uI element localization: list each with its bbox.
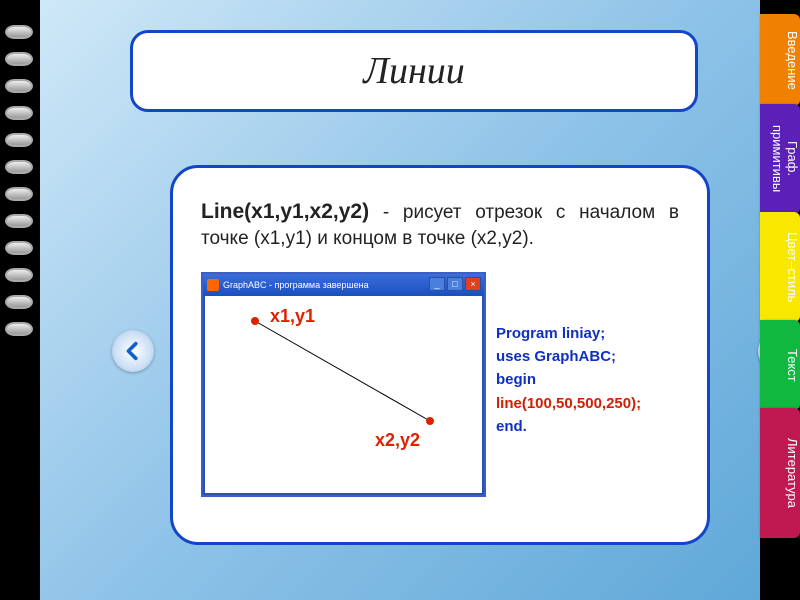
point-start: [251, 317, 259, 325]
page-title: Линии: [363, 49, 465, 93]
title-box: Линии: [130, 30, 698, 112]
close-button[interactable]: ×: [465, 277, 481, 291]
chevron-left-icon: [122, 340, 144, 362]
label-point2: x2,y2: [375, 430, 420, 451]
content-box: Line(x1,y1,x2,y2) - рисует отрезок с нач…: [170, 165, 710, 545]
point-end: [426, 417, 434, 425]
code-line-2: uses GraphABC;: [496, 345, 641, 368]
tab-color[interactable]: Цвет–стиль: [760, 212, 800, 322]
code-line-3: begin: [496, 368, 641, 391]
side-tabs: Введение Граф. примитивы Цвет–стиль Текс…: [760, 14, 800, 536]
demo-row: GraphABC - программа завершена _ □ × x1,…: [201, 272, 679, 497]
label-point1: x1,y1: [270, 306, 315, 327]
window-buttons: _ □ ×: [429, 277, 481, 291]
tab-primitives[interactable]: Граф. примитивы: [760, 104, 800, 214]
window-titlebar: GraphABC - программа завершена _ □ ×: [203, 274, 484, 296]
code-line-1: Program liniay;: [496, 322, 641, 345]
spiral-binding: [5, 25, 35, 336]
code-block: Program liniay; uses GraphABC; begin lin…: [496, 272, 641, 497]
window-title: GraphABC - программа завершена: [223, 280, 369, 290]
line-svg: [205, 296, 482, 493]
function-signature: Line(x1,y1,x2,y2): [201, 200, 369, 223]
window-canvas: x1,y1 x2,y2: [203, 296, 484, 495]
prev-button[interactable]: [112, 330, 154, 372]
demo-window: GraphABC - программа завершена _ □ × x1,…: [201, 272, 486, 497]
tab-text[interactable]: Текст: [760, 320, 800, 410]
slide-background: Линии Line(x1,y1,x2,y2) - рисует отрезок…: [40, 0, 760, 600]
code-line-4: line(100,50,500,250);: [496, 392, 641, 415]
tab-literature[interactable]: Литература: [760, 408, 800, 538]
minimize-button[interactable]: _: [429, 277, 445, 291]
app-icon: [207, 279, 219, 291]
tab-intro[interactable]: Введение: [760, 14, 800, 106]
code-line-5: end.: [496, 415, 641, 438]
description: Line(x1,y1,x2,y2) - рисует отрезок с нач…: [201, 198, 679, 252]
maximize-button[interactable]: □: [447, 277, 463, 291]
